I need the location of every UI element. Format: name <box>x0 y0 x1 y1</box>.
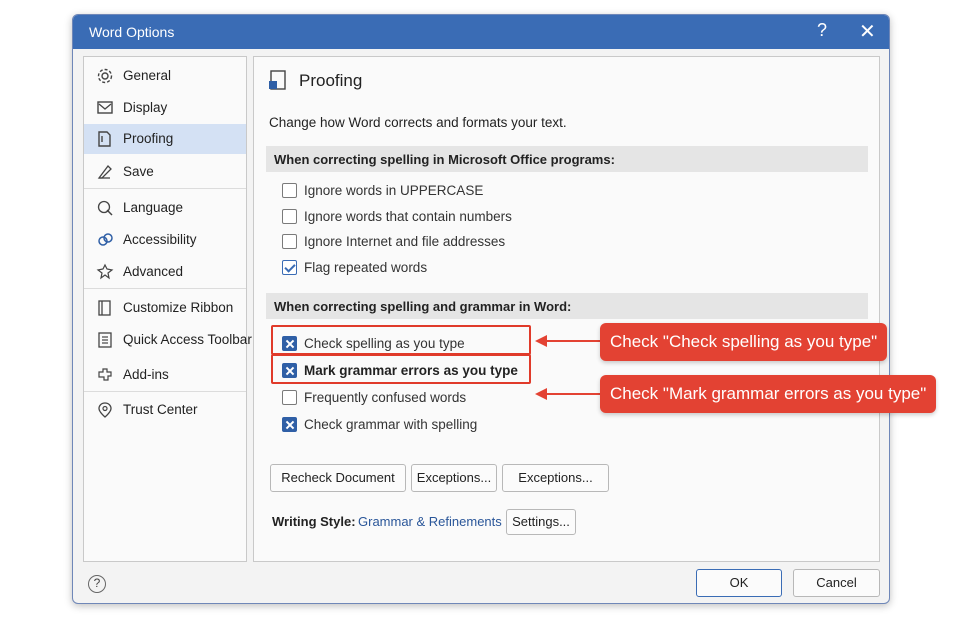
sidebar-item-label: Proofing <box>123 131 174 146</box>
option-label: Check grammar with spelling <box>304 417 478 432</box>
sidebar-item-label: Customize Ribbon <box>123 300 234 315</box>
option-label: Frequently confused words <box>304 390 467 405</box>
title-bar: Word Options ? ✕ <box>73 15 889 49</box>
help-icon[interactable]: ? <box>817 20 827 41</box>
option-label: Ignore words that contain numbers <box>304 209 512 224</box>
option-label: Mark grammar errors as you type <box>304 363 518 378</box>
sidebar-item-label: Quick Access Toolbar <box>123 332 252 347</box>
page-description: Change how Word corrects and formats you… <box>269 115 567 130</box>
addins-icon <box>98 368 112 381</box>
checkbox[interactable] <box>282 183 297 198</box>
checkbox-checked[interactable] <box>282 260 297 275</box>
callout-mark-grammar: Check "Mark grammar errors as you type" <box>600 375 937 413</box>
ok-button[interactable]: OK <box>696 569 782 597</box>
section-title: When correcting spelling and grammar in … <box>274 299 572 314</box>
sidebar-item-save[interactable]: Save <box>84 157 246 187</box>
accessibility-icon <box>98 233 113 246</box>
sidebar-item-accessibility[interactable]: Accessibility <box>84 225 246 255</box>
sidebar-item-label: Advanced <box>123 264 184 279</box>
close-icon[interactable]: ✕ <box>859 19 876 44</box>
option-label: Ignore words in UPPERCASE <box>304 183 484 198</box>
word-options-dialog: Word Options ? ✕ General Display Proofin… <box>72 14 890 604</box>
language-icon <box>97 200 113 216</box>
callout-arrow-head <box>535 335 547 347</box>
sidebar-item-trust-center[interactable]: Trust Center <box>84 395 246 425</box>
advanced-icon <box>96 263 114 280</box>
save-icon <box>97 165 112 179</box>
sidebar-item-language[interactable]: Language <box>84 193 246 223</box>
ribbon-icon <box>98 300 111 316</box>
checkbox-checked[interactable] <box>282 336 297 351</box>
checkbox[interactable] <box>282 234 297 249</box>
proofing-header-icon <box>269 70 286 90</box>
section-header-office: When correcting spelling in Microsoft Of… <box>266 146 868 172</box>
sidebar-item-general[interactable]: General <box>84 61 246 91</box>
sidebar-item-customize-ribbon[interactable]: Customize Ribbon <box>84 293 246 323</box>
callout-arrow-head <box>535 388 547 400</box>
sidebar-item-label: Accessibility <box>123 232 197 247</box>
gear-icon <box>97 68 113 84</box>
proofing-panel: Proofing Change how Word corrects and fo… <box>253 56 880 562</box>
help-circle-icon[interactable]: ? <box>88 575 106 593</box>
trust-center-icon <box>98 402 112 418</box>
proofing-icon <box>98 131 111 147</box>
sidebar-item-label: Language <box>123 200 184 215</box>
checkbox-checked[interactable] <box>282 417 297 432</box>
checkbox[interactable] <box>282 209 297 224</box>
writing-style-settings-button[interactable]: Settings... <box>506 509 576 535</box>
page-title: Proofing <box>299 71 363 90</box>
sidebar-divider <box>84 188 246 189</box>
writing-style-value[interactable]: Grammar & Refinements <box>358 514 502 529</box>
sidebar-item-quick-access-toolbar[interactable]: Quick Access Toolbar <box>84 325 252 355</box>
callout-arrow-line <box>545 393 603 395</box>
sidebar-item-label: Display <box>123 100 168 115</box>
exceptions-button[interactable]: Exceptions... <box>411 464 497 492</box>
sidebar-item-add-ins[interactable]: Add-ins <box>84 360 246 390</box>
sidebar-item-proofing[interactable]: Proofing <box>84 124 246 154</box>
sidebar: General Display Proofing Save Language A… <box>83 56 252 562</box>
checkbox-checked[interactable] <box>282 363 297 378</box>
sidebar-item-advanced[interactable]: Advanced <box>84 257 246 287</box>
option-label: Check spelling as you type <box>304 336 465 351</box>
option-label: Ignore Internet and file addresses <box>304 234 506 249</box>
sidebar-item-label: General <box>123 68 172 83</box>
section-header-word: When correcting spelling and grammar in … <box>266 293 868 319</box>
sidebar-item-label: Save <box>123 164 154 179</box>
sidebar-divider <box>84 391 246 392</box>
checkbox[interactable] <box>282 390 297 405</box>
writing-style-label: Writing Style: <box>272 514 356 529</box>
cancel-button[interactable]: Cancel <box>793 569 880 597</box>
sidebar-item-label: Trust Center <box>123 402 198 417</box>
callout-check-spelling: Check "Check spelling as you type" <box>600 323 888 361</box>
display-icon <box>97 101 113 114</box>
dialog-title: Word Options <box>89 24 175 40</box>
option-label: Flag repeated words <box>304 260 428 275</box>
section-title: When correcting spelling in Microsoft Of… <box>274 152 615 167</box>
toolbar-icon <box>98 332 112 348</box>
recheck-document-button[interactable]: Recheck Document <box>270 464 406 492</box>
sidebar-divider <box>84 288 246 289</box>
exceptions-button-2[interactable]: Exceptions... <box>502 464 609 492</box>
callout-arrow-line <box>545 340 603 342</box>
sidebar-item-display[interactable]: Display <box>84 93 246 123</box>
sidebar-item-label: Add-ins <box>123 367 169 382</box>
